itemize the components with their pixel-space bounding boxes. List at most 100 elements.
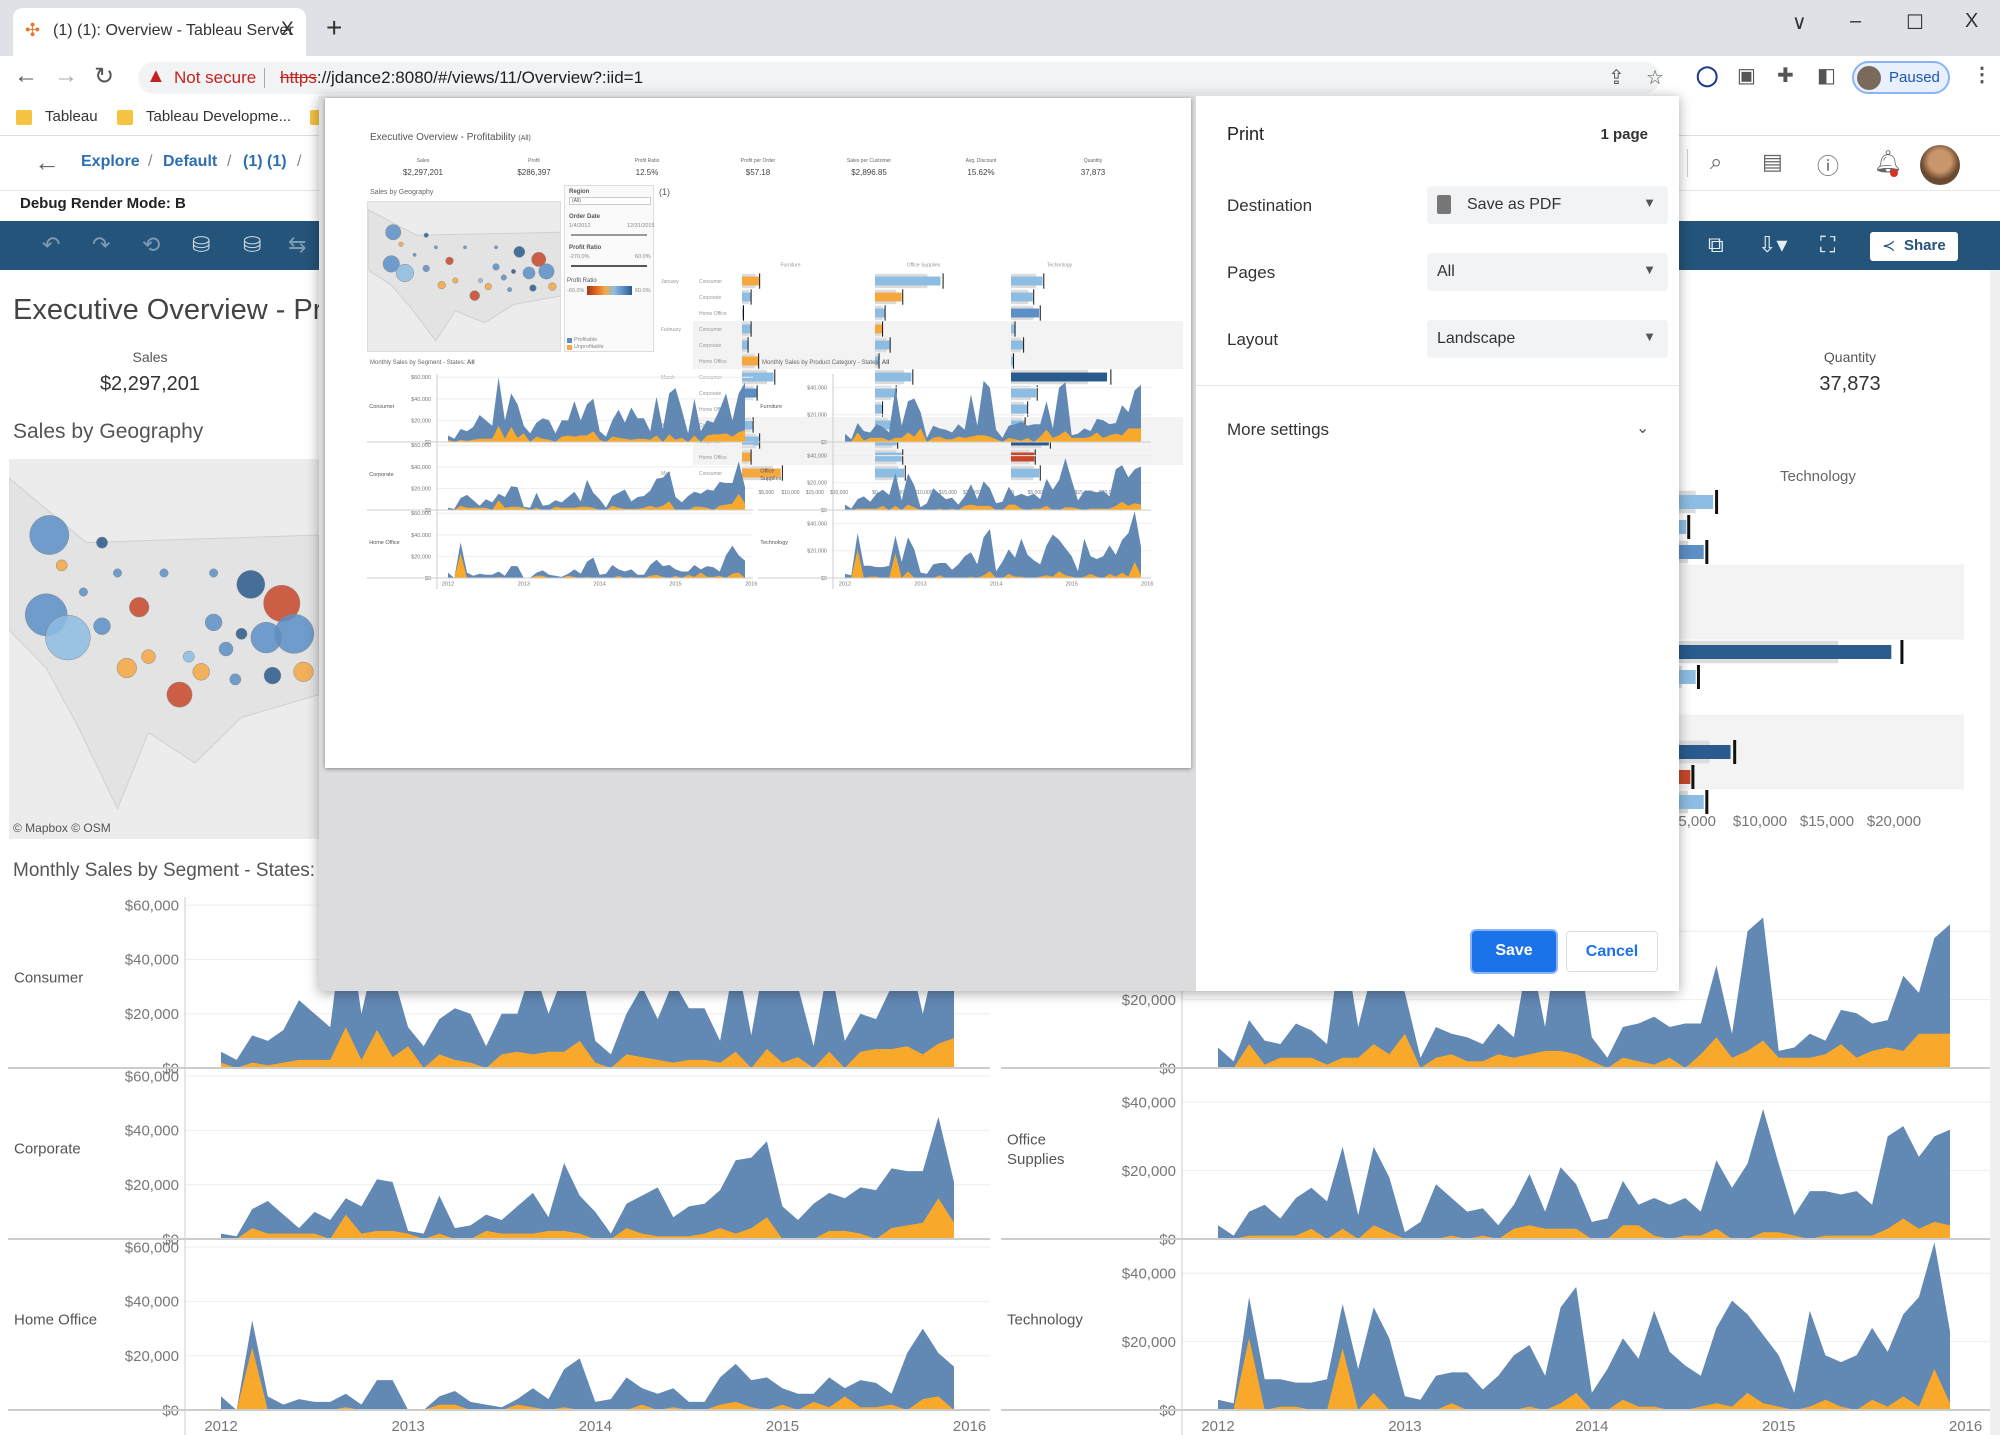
preview-kpi-value: 15.62% [967,168,995,177]
breadcrumb-default[interactable]: Default [163,153,217,171]
map-bubble [96,536,108,549]
preview-kpi-label: Sales [416,158,430,164]
month-label: February [661,327,682,333]
undo-icon[interactable]: ↶ [42,232,60,258]
map-canvas[interactable] [9,459,319,839]
new-tab-button[interactable]: + [326,12,342,44]
reload-icon[interactable]: ↻ [94,62,114,91]
sales-bar [1011,276,1043,286]
bookmark-tableau-developer[interactable]: Tableau Developme... [146,108,291,125]
preview-kpi-label: Sales per Customer [846,158,892,164]
map-bubble [45,614,91,661]
map-bubble [437,280,446,290]
map-bubble [93,617,111,635]
menu-dots-icon[interactable]: ⋮ [1972,62,1992,87]
map-bubble [192,663,210,681]
layout-label: Layout [1227,330,1279,349]
bookmark-tableau[interactable]: Tableau [45,108,98,125]
download-icon[interactable]: ⇩▾ [1758,232,1787,258]
filter-order-date-label: Order Date [569,214,601,220]
share-page-icon[interactable]: ⇪ [1608,65,1625,90]
side-panel-icon[interactable]: ◧ [1817,63,1836,88]
x-year-label: 2012 [1201,1418,1234,1435]
y-tick-label: $60,000 [125,1068,179,1085]
profile-status: Paused [1889,69,1940,86]
pause-updates-icon[interactable]: ⛁ [243,232,261,258]
sales-bar [742,356,759,366]
map-bubble [141,649,156,664]
url-input[interactable]: ▲ Not secure https://jdance2:8080/#/view… [138,62,1664,94]
replay-icon[interactable]: ⇆ [288,232,306,258]
map-bubble [182,650,195,663]
layout-select[interactable]: Landscape ▼ [1427,320,1668,358]
help-icon[interactable]: ⓘ [1817,149,1839,181]
x-year-label: 2014 [1575,1418,1608,1435]
breadcrumb-separator: / [227,153,232,170]
filter-profit-ratio-label: Profit Ratio [569,245,602,251]
map-bubble [484,283,492,291]
preview-kpi-value: $2,896.85 [851,168,887,177]
pages-select[interactable]: All ▼ [1427,253,1668,291]
cancel-button[interactable]: Cancel [1566,931,1658,972]
comments-icon[interactable]: ⧉ [1708,232,1724,258]
extension-app-icon[interactable]: ▣ [1737,63,1756,88]
sales-bar [742,324,751,334]
y-tick-label: $40,000 [807,522,827,528]
not-secure-label[interactable]: Not secure [174,68,256,88]
map-bubble [166,681,193,708]
category-header: Technology [1047,263,1073,269]
map-bubble [293,661,314,682]
save-button[interactable]: Save [1472,931,1556,972]
bookmark-star-icon[interactable]: ☆ [1646,65,1664,90]
more-settings-label: More settings [1227,420,1330,439]
map-bubble [522,266,536,280]
redo-icon[interactable]: ↷ [92,232,110,258]
y-tick-label: $20,000 [411,486,431,492]
month-label: January [661,279,679,285]
forward-icon[interactable]: → [54,62,78,90]
date-slider [571,234,647,236]
search-icon[interactable]: ⌕ [1710,149,1722,175]
back-arrow-icon[interactable]: ← [34,147,60,178]
tab-search-icon[interactable]: ∨ [1792,10,1807,35]
sales-bar [1011,340,1024,350]
preview-filter-panel: Region (All) Order Date 1/4/2012 12/31/2… [564,185,655,352]
map-bubble [385,224,402,241]
bar-axis-tick: $15,000 [1800,813,1854,830]
recents-doc-icon[interactable]: ▤ [1762,149,1783,175]
y-tick-label: $20,000 [125,1006,179,1023]
folder-icon [16,110,32,125]
row-label: Home Office [14,1312,97,1329]
preview-kpi-label: Quantity [1083,158,1103,164]
y-tick-label: $0 [821,576,827,582]
sales-area-consumer [448,377,745,442]
breadcrumb-explore[interactable]: Explore [81,153,140,171]
breadcrumb-workbook[interactable]: (1) (1) [243,153,287,171]
y-tick-label: $20,000 [125,1348,179,1365]
y-tick-label: $20,000 [807,549,827,555]
more-settings-toggle[interactable]: More settings ⌄ [1196,412,1679,448]
destination-select[interactable]: Save as PDF ▼ [1427,186,1668,224]
share-label: Share [1904,237,1946,254]
share-button[interactable]: ≺ Share [1870,232,1958,261]
extensions-puzzle-icon[interactable]: ✚ [1777,63,1794,88]
back-icon[interactable]: ← [14,62,38,90]
minimize-button[interactable]: – [1850,10,1861,33]
close-window-button[interactable]: X [1965,10,1978,33]
revert-icon[interactable]: ⟲ [142,232,160,258]
y-tick-label: $0 [425,576,431,582]
refresh-data-icon[interactable]: ⛁ [192,232,210,258]
sales-map[interactable]: © Mapbox © OSM [9,459,319,839]
user-avatar[interactable] [1920,145,1960,185]
tab-close-icon[interactable]: X [281,19,294,41]
y-tick-label: $20,000 [411,554,431,560]
map-bubble [412,252,417,257]
preview-kpi-label: Avg. Discount [965,158,997,164]
browser-tab[interactable]: ✣ (1) (1): Overview - Tableau Server X [13,8,306,56]
map-bubble [250,621,282,654]
maximize-button[interactable]: ☐ [1906,10,1924,35]
row-label: Corporate [14,1141,81,1158]
profile-button[interactable]: Paused [1852,61,1950,94]
fullscreen-icon[interactable]: ⛶ [1820,232,1835,258]
extension-o-icon[interactable]: ◯ [1696,63,1718,88]
